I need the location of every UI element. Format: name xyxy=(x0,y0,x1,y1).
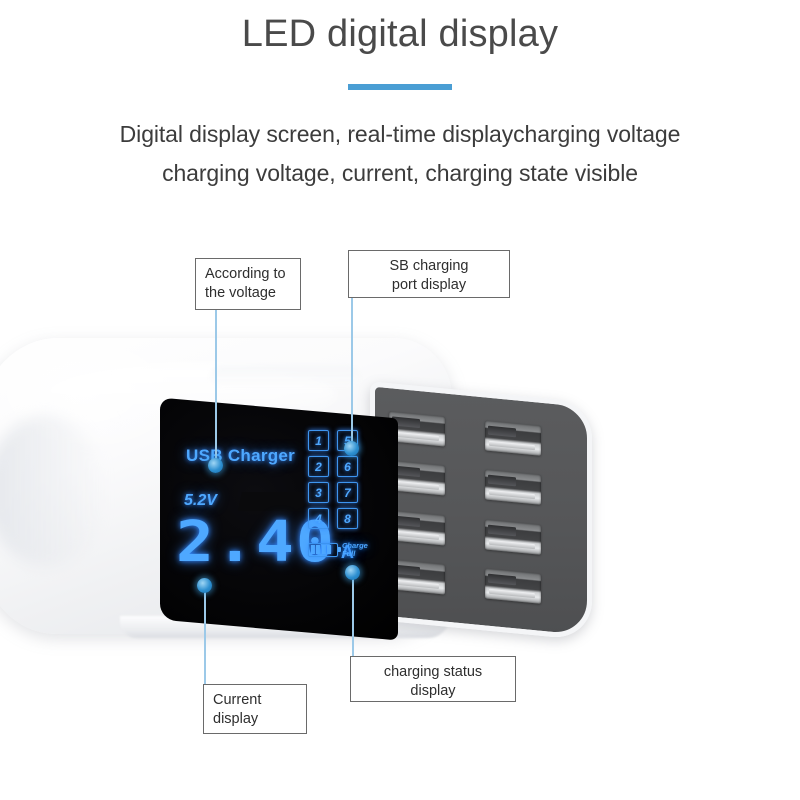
product-image: USB Charger 5.2V 2.40 A 1 2 3 4 5 6 7 8 xyxy=(0,320,640,670)
callout-dot-current xyxy=(197,578,212,593)
usb-port-panel xyxy=(370,381,592,641)
usb-port xyxy=(485,469,541,506)
led-title: USB Charger xyxy=(186,446,296,465)
callout-according-to-the-voltage: According to the voltage xyxy=(195,258,301,310)
leader-line-current xyxy=(204,585,206,684)
usb-port-grid xyxy=(375,387,587,635)
callout-usb-charging-port-display: SB charging port display xyxy=(348,250,510,298)
led-port-indicator-8: 8 xyxy=(337,508,358,529)
led-port-indicator-7: 7 xyxy=(337,482,358,503)
body-seam xyxy=(210,366,360,388)
battery-bar xyxy=(327,545,331,555)
callout-dot-usb-port xyxy=(344,441,359,456)
page-title: LED digital display xyxy=(241,13,559,55)
battery-bar xyxy=(310,545,315,555)
led-port-indicator-2: 2 xyxy=(308,456,329,477)
subtitle-line-1: Digital display screen, real-time displa… xyxy=(119,121,681,147)
leader-line-charge-status xyxy=(352,572,354,656)
led-voltage-value: 5.2V xyxy=(184,492,217,509)
callout-current-display: Current display xyxy=(203,684,307,734)
accent-divider xyxy=(348,84,452,90)
header: LED digital display Digital display scre… xyxy=(0,0,800,210)
charge-full-indicator: Charge Full xyxy=(308,541,368,558)
led-screen: USB Charger 5.2V 2.40 A 1 2 3 4 5 6 7 8 xyxy=(160,397,398,641)
battery-icon xyxy=(308,542,338,557)
usb-port xyxy=(485,420,541,456)
battery-bar xyxy=(321,545,326,555)
led-port-indicator-4: 4 xyxy=(308,508,329,529)
led-screen-content: USB Charger 5.2V 2.40 A 1 2 3 4 5 6 7 8 xyxy=(160,408,398,630)
usb-port xyxy=(485,568,541,605)
led-port-indicator-6: 6 xyxy=(337,456,358,477)
led-port-indicator-1: 1 xyxy=(308,430,329,451)
leader-line-voltage xyxy=(215,310,217,465)
led-port-indicator-3: 3 xyxy=(308,482,329,503)
subtitle-line-2: charging voltage, current, charging stat… xyxy=(162,160,638,186)
battery-bar xyxy=(316,545,320,555)
callout-dot-voltage xyxy=(208,458,223,473)
usb-port xyxy=(485,519,541,555)
leader-line-usb-port xyxy=(351,298,353,448)
charge-full-label: Charge Full xyxy=(342,541,368,558)
callout-charging-status-display: charging status display xyxy=(350,656,516,702)
charge-full-line-2: Full xyxy=(342,548,356,558)
body-shading xyxy=(0,416,106,566)
callout-dot-charge-status xyxy=(345,565,360,580)
